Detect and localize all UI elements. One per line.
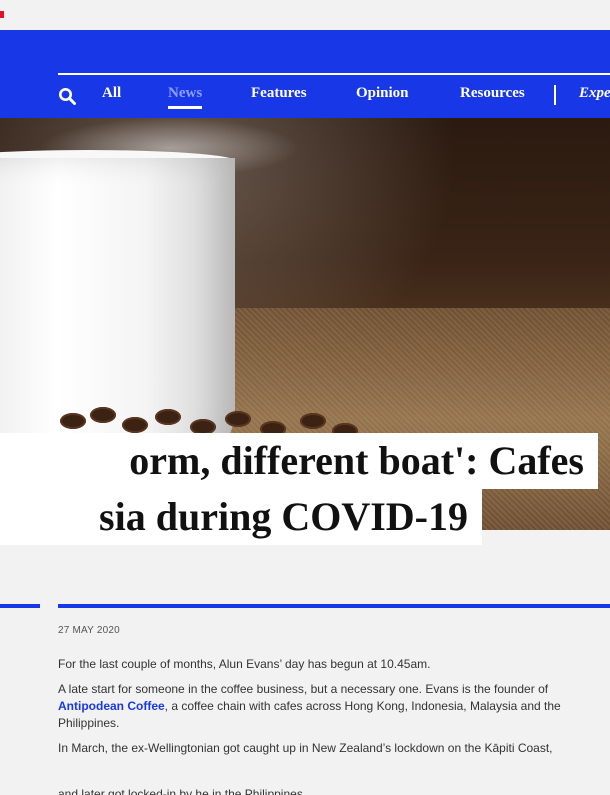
paragraph-1: For the last couple of months, Alun Evan… [58, 657, 431, 671]
paragraph-2: A late start for someone in the coffee b… [58, 681, 610, 732]
paragraph-3: In March, the ex-Wellingtonian got caugh… [58, 741, 553, 755]
article-rule [58, 604, 610, 608]
brand-mark [0, 11, 4, 18]
header-rule [58, 73, 610, 75]
publish-date: 27 MAY 2020 [58, 625, 120, 636]
top-strip [0, 0, 610, 30]
headline-line-1: orm, different boat': Cafes [0, 433, 598, 489]
site-header: All News Features Opinion Resources Expe [0, 30, 610, 118]
sidebar-rule [0, 604, 40, 608]
nav-separator [554, 85, 556, 105]
antipodean-coffee-link[interactable]: Antipodean Coffee [58, 699, 165, 713]
paragraph-2-text-a: A late start for someone in the coffee b… [58, 682, 549, 696]
nav-item-expert[interactable]: Expe [579, 85, 610, 102]
nav-item-all[interactable]: All [102, 85, 121, 102]
paragraph-4-partial: and later got locked-in by he in the Phi… [58, 787, 303, 795]
nav-item-resources[interactable]: Resources [460, 85, 525, 102]
nav-item-features[interactable]: Features [251, 85, 307, 102]
nav-item-opinion[interactable]: Opinion [356, 85, 409, 102]
headline-line-2: sia during COVID-19 [0, 489, 482, 545]
search-icon[interactable] [58, 87, 76, 105]
nav-item-news[interactable]: News [168, 85, 203, 109]
article-body: 27 MAY 2020 For the last couple of month… [58, 625, 610, 757]
